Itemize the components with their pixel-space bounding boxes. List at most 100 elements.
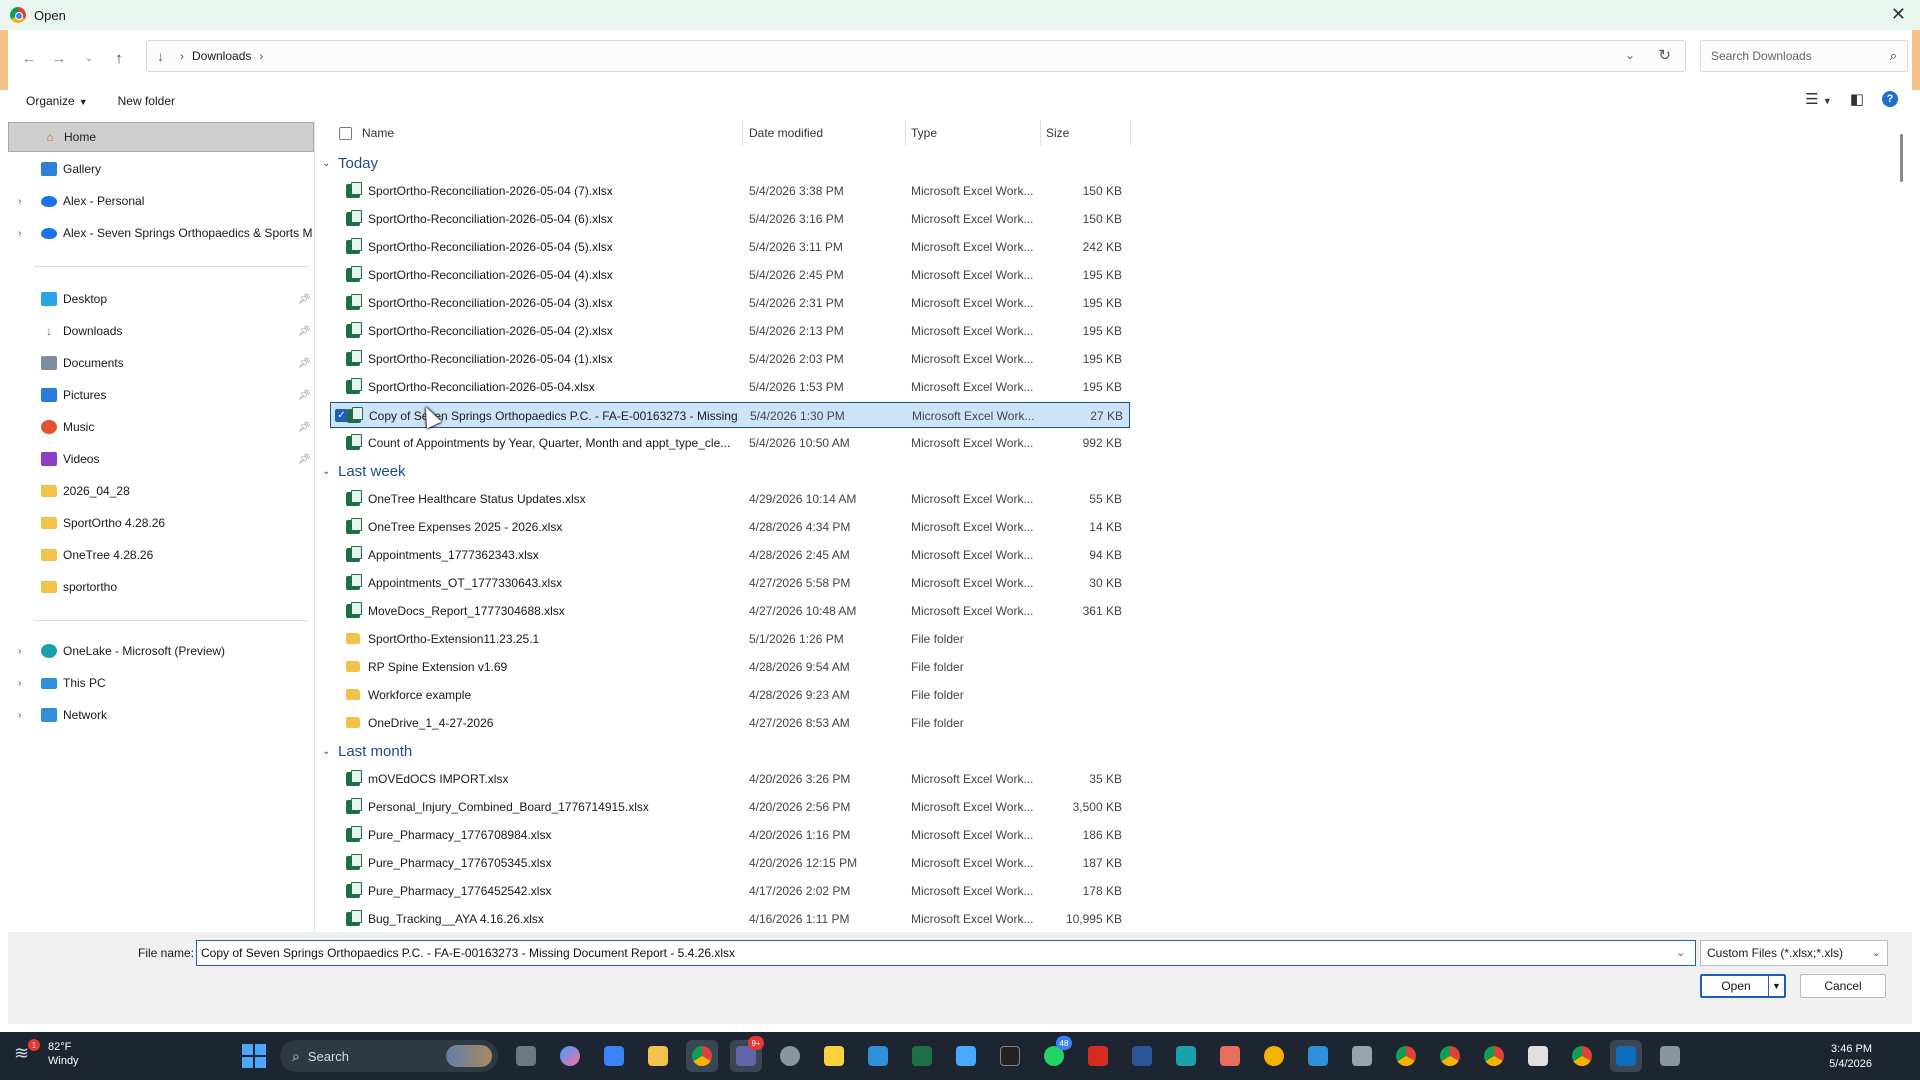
- upload-app-icon[interactable]: [1170, 1040, 1202, 1072]
- system-clock[interactable]: 3:46 PM 5/4/2026: [1829, 1042, 1872, 1072]
- sidebar-item-folder[interactable]: SportOrtho 4.28.26: [8, 508, 314, 538]
- copilot-icon[interactable]: [554, 1040, 586, 1072]
- chrome-profile-icon[interactable]: [1478, 1040, 1510, 1072]
- file-row[interactable]: OneTree Healthcare Status Updates.xlsx 4/…: [330, 486, 1130, 512]
- file-row[interactable]: ✓ Copy of Seven Springs Orthopaedics P.C.…: [330, 402, 1130, 428]
- file-row[interactable]: SportOrtho-Reconciliation-2026-05-04 (4)…: [330, 262, 1130, 288]
- column-header-name[interactable]: Name: [362, 126, 394, 140]
- notepad-icon[interactable]: [950, 1040, 982, 1072]
- file-row[interactable]: Count of Appointments by Year, Quarter, …: [330, 430, 1130, 456]
- sidebar-item-alex-personal[interactable]: › Alex - Personal: [8, 186, 314, 216]
- calculator-icon[interactable]: [1654, 1040, 1686, 1072]
- refresh-icon[interactable]: ↻: [1658, 46, 1671, 64]
- file-explorer-icon[interactable]: [642, 1040, 674, 1072]
- column-divider[interactable]: [1130, 120, 1131, 146]
- breadcrumb-separator-icon[interactable]: ›: [180, 49, 184, 63]
- sidebar-item-folder[interactable]: OneTree 4.28.26: [8, 540, 314, 570]
- column-header-type[interactable]: Type: [911, 126, 937, 140]
- calendar-app-icon[interactable]: [1522, 1040, 1554, 1072]
- whatsapp-icon[interactable]: 48: [1038, 1036, 1072, 1072]
- file-row[interactable]: Appointments_OT_1777330643.xlsx 4/27/2026…: [330, 570, 1130, 596]
- file-row[interactable]: OneTree Expenses 2025 - 2026.xlsx 4/28/20…: [330, 514, 1130, 540]
- chrome-profile-icon[interactable]: [1434, 1040, 1466, 1072]
- close-icon[interactable]: ✕: [1891, 4, 1906, 25]
- snipping-tool-icon[interactable]: [862, 1040, 894, 1072]
- file-row[interactable]: Appointments_1777362343.xlsx 4/28/2026 2:…: [330, 542, 1130, 568]
- chevron-down-icon[interactable]: ⌄: [322, 158, 338, 169]
- view-options-icon[interactable]: ☰ ▼: [1805, 90, 1832, 108]
- file-row[interactable]: SportOrtho-Reconciliation-2026-05-04 (3)…: [330, 290, 1130, 316]
- pin-icon[interactable]: 📌︎: [298, 454, 311, 465]
- select-all-checkbox[interactable]: [339, 127, 352, 140]
- sidebar-item-documents[interactable]: Documents 📌︎: [8, 348, 314, 378]
- pin-icon[interactable]: 📌︎: [298, 326, 311, 337]
- chrome-profile-icon[interactable]: [1566, 1040, 1598, 1072]
- acrobat-icon[interactable]: [1082, 1040, 1114, 1072]
- forms-app-icon[interactable]: [1302, 1040, 1334, 1072]
- group-header[interactable]: ⌄ Today: [320, 155, 378, 172]
- breadcrumb-separator-icon[interactable]: ›: [259, 49, 263, 63]
- sidebar-item-folder[interactable]: sportortho: [8, 572, 314, 602]
- search-box[interactable]: ⌕: [1700, 40, 1908, 72]
- folder-row[interactable]: SportOrtho-Extension11.23.25.1 5/1/2026 1…: [330, 626, 1130, 652]
- group-header[interactable]: ⌄ Last week: [320, 463, 406, 480]
- open-options-chevron-icon[interactable]: ▼: [1768, 976, 1784, 996]
- widgets-icon[interactable]: [598, 1040, 630, 1072]
- task-view-icon[interactable]: [510, 1040, 542, 1072]
- forward-icon[interactable]: →: [44, 43, 74, 73]
- chevron-down-icon[interactable]: ⌄: [322, 746, 338, 757]
- file-row[interactable]: SportOrtho-Reconciliation-2026-05-04 (1)…: [330, 346, 1130, 372]
- preview-pane-icon[interactable]: ◧: [1850, 90, 1864, 108]
- chevron-down-icon[interactable]: ⌄: [322, 466, 338, 477]
- sidebar-item-gallery[interactable]: Gallery: [8, 154, 314, 184]
- scrollbar-thumb[interactable]: [1900, 134, 1903, 182]
- sidebar-item-this-pc[interactable]: › This PC: [8, 668, 314, 698]
- chevron-right-icon[interactable]: ›: [18, 678, 21, 689]
- search-input[interactable]: [1711, 49, 1871, 63]
- folder-row[interactable]: OneDrive_1_4-27-2026 4/27/2026 8:53 AM Fil…: [330, 710, 1130, 736]
- excel-icon[interactable]: [906, 1040, 938, 1072]
- file-row[interactable]: Bug_Tracking__AYA 4.16.26.xlsx 4/16/2026 …: [330, 906, 1130, 932]
- sticky-notes-icon[interactable]: [818, 1040, 850, 1072]
- folder-row[interactable]: Workforce example 4/28/2026 9:23 AM File f…: [330, 682, 1130, 708]
- taskbar-search[interactable]: ⌕ Search: [280, 1040, 498, 1072]
- file-row[interactable]: Personal_Injury_Combined_Board_177671491…: [330, 794, 1130, 820]
- teams-icon[interactable]: 9+: [730, 1036, 764, 1072]
- back-icon[interactable]: ←: [14, 43, 44, 73]
- sidebar-item-network[interactable]: › Network: [8, 700, 314, 730]
- chevron-right-icon[interactable]: ›: [18, 646, 21, 657]
- asterisk-app-icon[interactable]: [1214, 1040, 1246, 1072]
- chevron-right-icon[interactable]: ›: [18, 710, 21, 721]
- terminal-icon[interactable]: [994, 1040, 1026, 1072]
- breadcrumb-downloads[interactable]: Downloads: [192, 49, 251, 63]
- file-row[interactable]: MoveDocs_Report_1777304688.xlsx 4/27/2026…: [330, 598, 1130, 624]
- chevron-right-icon[interactable]: ›: [18, 228, 21, 239]
- file-row[interactable]: mOVEdOCS IMPORT.xlsx 4/20/2026 3:26 PM Mic…: [330, 766, 1130, 792]
- word-icon[interactable]: [1126, 1040, 1158, 1072]
- address-bar[interactable]: ↓ › Downloads › ⌄ ↻: [146, 40, 1686, 72]
- recent-locations-icon[interactable]: ⌄: [74, 43, 104, 73]
- file-type-filter[interactable]: Custom Files (*.xlsx;*.xls) ⌄: [1700, 940, 1888, 966]
- file-row[interactable]: Pure_Pharmacy_1776452542.xlsx 4/17/2026 2…: [330, 878, 1130, 904]
- group-header[interactable]: ⌄ Last month: [320, 743, 412, 760]
- windows-start-icon[interactable]: [242, 1044, 266, 1068]
- chrome-taskbar-icon[interactable]: [686, 1040, 718, 1072]
- weather-widget[interactable]: ≋ 1 82°F Windy: [14, 1039, 79, 1068]
- pin-icon[interactable]: 📌︎: [298, 294, 311, 305]
- pin-icon[interactable]: 📌︎: [298, 422, 311, 433]
- vertical-scrollbar[interactable]: [1896, 120, 1906, 930]
- up-icon[interactable]: ↑: [104, 43, 134, 73]
- file-row[interactable]: SportOrtho-Reconciliation-2026-05-04 (2)…: [330, 318, 1130, 344]
- new-folder-button[interactable]: New folder: [118, 94, 175, 108]
- chevron-right-icon[interactable]: ›: [18, 196, 21, 207]
- search-icon[interactable]: ⌕: [1890, 48, 1897, 64]
- column-divider[interactable]: [742, 120, 743, 146]
- globe-app-icon[interactable]: [1258, 1040, 1290, 1072]
- file-row[interactable]: SportOrtho-Reconciliation-2026-05-04 (6)…: [330, 206, 1130, 232]
- pin-icon[interactable]: 📌︎: [298, 358, 311, 369]
- pin-icon[interactable]: 📌︎: [298, 390, 311, 401]
- sidebar-item-folder[interactable]: 2026_04_28: [8, 476, 314, 506]
- outlook-icon[interactable]: [1610, 1040, 1642, 1072]
- sidebar-item-videos[interactable]: Videos 📌︎: [8, 444, 314, 474]
- file-row[interactable]: SportOrtho-Reconciliation-2026-05-04.xls…: [330, 374, 1130, 400]
